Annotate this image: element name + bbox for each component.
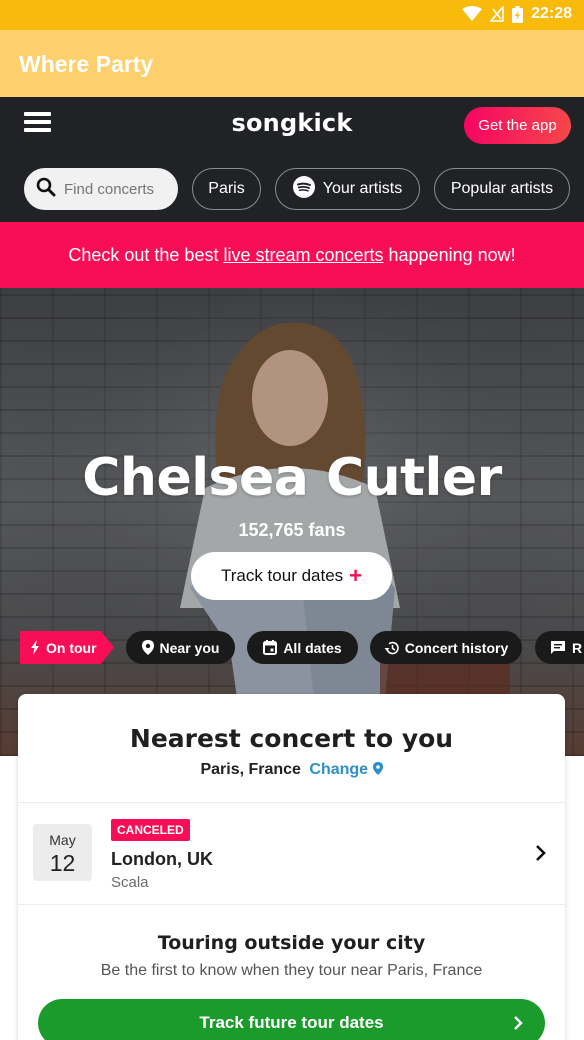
chevron-right-icon [513, 999, 523, 1040]
promo-banner: Check out the best live stream concerts … [0, 222, 584, 288]
app-title-bar: Where Party [0, 30, 584, 97]
location-pin-icon [372, 762, 383, 775]
change-location-link[interactable]: Change [309, 761, 383, 778]
artist-hero: Chelsea Cutler 152,765 fans Track tour d… [0, 288, 584, 756]
site-header: songkick Get the app [0, 97, 584, 156]
user-location-text: Paris, France [200, 761, 301, 778]
tab-on-tour[interactable]: On tour [20, 631, 114, 664]
divider [18, 904, 565, 905]
your-artists-chip[interactable]: Your artists [275, 168, 420, 210]
nearest-concert-card: Nearest concert to you Paris, France Cha… [18, 694, 565, 1040]
location-pin-icon [141, 640, 154, 655]
event-city: London, UK [111, 849, 213, 869]
user-location: Paris, France Change [18, 761, 565, 779]
track-tour-dates-label: Track tour dates [220, 566, 344, 585]
location-chip[interactable]: Paris [192, 168, 261, 210]
plus-icon: + [349, 563, 363, 588]
nearest-concert-title: Nearest concert to you [129, 724, 454, 753]
track-tour-dates-button[interactable]: Track tour dates + [191, 552, 392, 600]
event-month: May [49, 832, 76, 848]
search-icon [36, 177, 56, 202]
track-future-dates-label: Track future tour dates [199, 1013, 384, 1032]
event-day: 12 [49, 850, 76, 876]
event-venue: Scala [111, 874, 149, 891]
divider [18, 802, 565, 803]
status-bar: 22:28 [0, 0, 584, 30]
change-location-label: Change [309, 761, 369, 778]
reviews-icon [550, 640, 566, 655]
status-badge: CANCELED [111, 819, 190, 841]
your-artists-label: Your artists [322, 180, 403, 197]
tab-concert-history-label: Concert history [404, 639, 509, 656]
live-stream-link[interactable]: live stream concerts [223, 245, 383, 265]
tab-near-you[interactable]: Near you [126, 631, 235, 664]
chevron-right-icon[interactable] [535, 844, 547, 867]
wifi-icon [462, 6, 483, 22]
filter-row: Find concerts Paris Your artists Popular… [0, 156, 584, 222]
promo-text-after: happening now! [383, 245, 516, 265]
touring-subtitle: Be the first to know when they tour near… [100, 962, 483, 979]
artist-name: Chelsea Cutler [82, 448, 502, 508]
status-icons: 22:28 [462, 5, 572, 23]
search-input[interactable]: Find concerts [24, 168, 178, 210]
popular-artists-label: Popular artists [450, 180, 554, 197]
tab-near-you-label: Near you [159, 639, 220, 656]
promo-text-before: Check out the best [68, 245, 224, 265]
lightning-icon [30, 640, 40, 655]
get-app-button[interactable]: Get the app [464, 107, 571, 144]
tab-reviews-label: R [572, 639, 583, 656]
signal-icon [490, 6, 504, 22]
tab-on-tour-label: On tour [46, 639, 97, 656]
app-title: Where Party [19, 51, 154, 77]
fan-count: 152,765 fans [238, 520, 346, 540]
tab-all-dates[interactable]: All dates [247, 631, 358, 664]
battery-icon [512, 5, 524, 23]
touring-title: Touring outside your city [157, 932, 426, 954]
tab-reviews[interactable]: R [535, 631, 584, 664]
location-chip-label: Paris [208, 180, 245, 197]
event-date: May 12 [33, 824, 92, 881]
calendar-icon [263, 640, 278, 655]
track-future-dates-button[interactable]: Track future tour dates [38, 999, 545, 1040]
history-icon [384, 641, 399, 655]
tab-concert-history[interactable]: Concert history [370, 631, 522, 664]
tab-all-dates-label: All dates [283, 639, 342, 656]
search-placeholder: Find concerts [64, 180, 155, 198]
spotify-icon [292, 175, 315, 203]
popular-artists-chip[interactable]: Popular artists [434, 168, 570, 210]
status-time: 22:28 [531, 5, 572, 22]
